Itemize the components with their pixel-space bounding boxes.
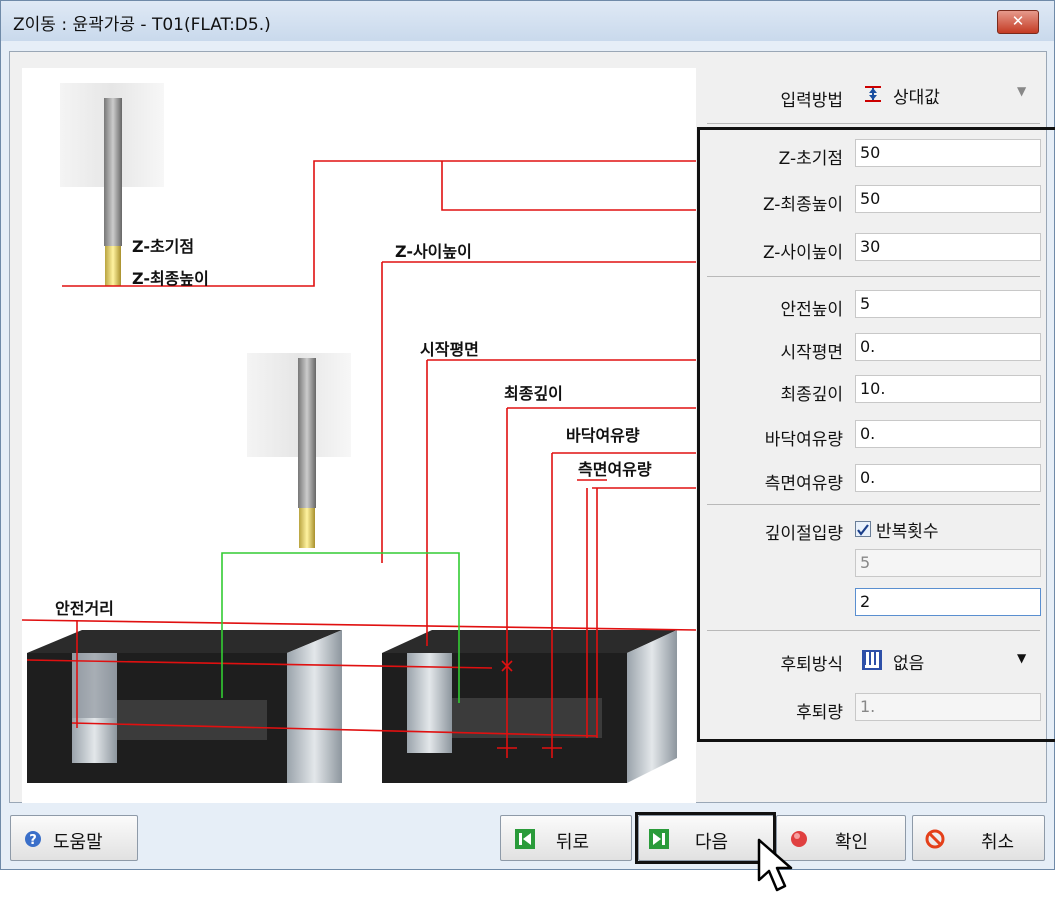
input-method-label: 입력방법 — [780, 91, 843, 111]
separator — [707, 123, 1040, 124]
back-label: 뒤로 — [556, 832, 590, 853]
label-final-depth: 최종깊이 — [504, 384, 563, 403]
input-method-combo[interactable]: 상대값 ▼ — [853, 78, 1039, 110]
highlight-box-next — [635, 812, 776, 864]
mouse-cursor-icon — [757, 838, 797, 896]
tool-lower — [247, 353, 351, 548]
z-move-diagram: Z-초기점 Z-최종높이 Z-사이높이 시작평면 최종깊이 바닥여유량 측면여유… — [22, 68, 696, 803]
workpiece-right — [382, 630, 677, 783]
relative-value-icon — [863, 84, 883, 104]
label-z-between: Z-사이높이 — [395, 242, 472, 261]
back-icon — [515, 829, 535, 849]
label-side-stock: 측면여유량 — [578, 460, 652, 479]
window-title: Z이동 : 윤곽가공 - T01(FLAT:D5.) — [13, 15, 271, 35]
workpiece-left — [27, 630, 342, 783]
label-start-plane: 시작평면 — [420, 340, 479, 359]
label-floor-stock: 바닥여유량 — [566, 426, 640, 445]
label-z-init: Z-초기점 — [132, 237, 195, 256]
help-icon: ? — [23, 829, 43, 849]
close-button[interactable]: ✕ — [997, 10, 1039, 34]
highlight-box-fields — [697, 127, 1055, 742]
label-safe-distance: 안전거리 — [55, 599, 114, 618]
cancel-icon — [925, 829, 945, 849]
input-method-value: 상대값 — [893, 88, 940, 108]
ok-label: 확인 — [835, 832, 869, 853]
label-z-final: Z-최종높이 — [132, 269, 209, 288]
back-button[interactable]: 뒤로 — [500, 815, 632, 861]
svg-text:?: ? — [29, 833, 37, 848]
help-button[interactable]: ? 도움말 — [10, 815, 138, 861]
cancel-button[interactable]: 취소 — [912, 815, 1045, 861]
help-label: 도움말 — [53, 832, 103, 853]
cancel-label: 취소 — [981, 832, 1015, 853]
chevron-down-icon: ▼ — [1017, 84, 1027, 98]
title-bar: Z이동 : 윤곽가공 - T01(FLAT:D5.) ✕ — [1, 1, 1054, 41]
